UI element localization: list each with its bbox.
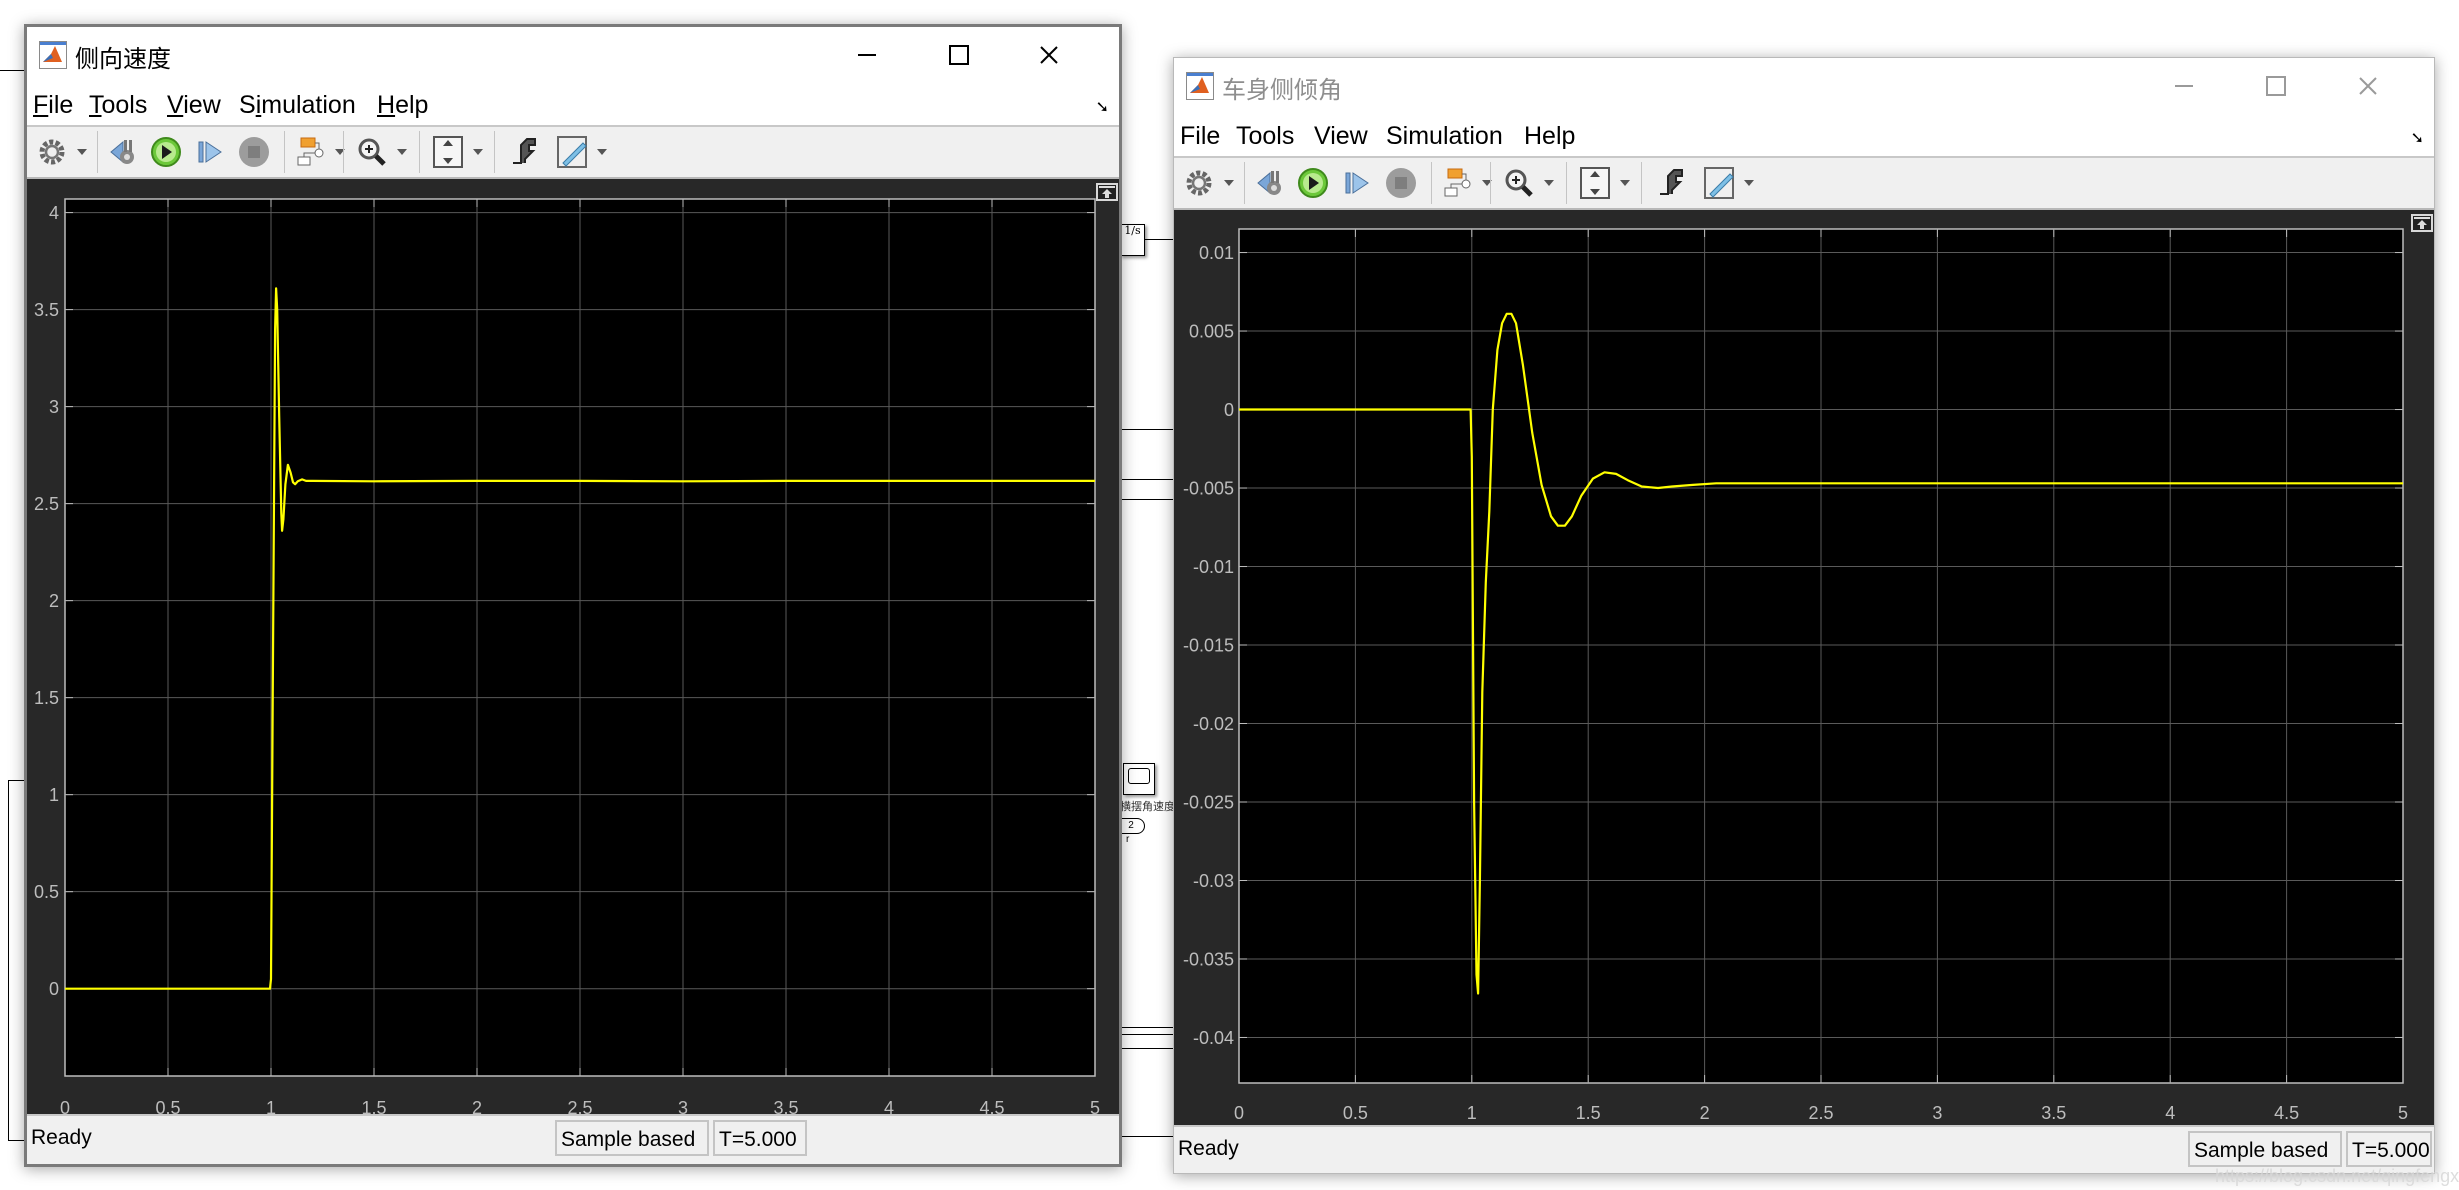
y-tick-label: -0.02 [1193, 714, 1234, 734]
signal-line [1120, 1034, 1174, 1035]
scope-window-lateral-velocity: 侧向速度 File Tools View Simulation Help ➘ 0… [24, 24, 1122, 1167]
scope-window-body-roll-angle: 车身侧倾角 File Tools View Simulation Help ➘ … [1173, 57, 2435, 1174]
x-tick-label: 4 [2165, 1103, 2175, 1123]
signal-line [1120, 499, 1174, 500]
signal-line [0, 70, 26, 71]
status-sample-mode: Sample based [555, 1120, 709, 1156]
x-tick-label: 1 [1467, 1103, 1477, 1123]
x-tick-label: 2.5 [1808, 1103, 1833, 1123]
y-tick-label: 2 [49, 591, 59, 611]
status-bar: Ready Sample based T=5.000 [27, 1114, 1119, 1164]
signal-line [8, 780, 9, 1140]
y-tick-label: 0 [1224, 400, 1234, 420]
y-tick-label: 0 [49, 979, 59, 999]
y-tick-label: -0.025 [1183, 792, 1234, 812]
x-tick-label: 1.5 [1576, 1103, 1601, 1123]
scope-block[interactable] [1123, 763, 1155, 795]
scope-block-caption: 横摆角速度 [1120, 800, 1175, 813]
y-tick-label: 2.5 [34, 494, 59, 514]
status-ready: Ready [31, 1126, 92, 1149]
y-tick-label: -0.015 [1183, 635, 1234, 655]
y-tick-label: 4 [49, 203, 59, 223]
x-tick-label: 2 [1700, 1103, 1710, 1123]
x-tick-label: 5 [2398, 1103, 2408, 1123]
outport-label: r [1126, 834, 1130, 845]
status-time: T=5.000 [713, 1120, 807, 1156]
y-tick-label: -0.005 [1183, 478, 1234, 498]
signal-line [1120, 479, 1174, 480]
y-tick-label: 0.5 [34, 882, 59, 902]
y-tick-label: 0.005 [1189, 321, 1234, 341]
x-tick-label: 4.5 [2274, 1103, 2299, 1123]
signal-line [1143, 239, 1174, 240]
y-tick-label: 0.01 [1199, 243, 1234, 263]
x-tick-label: 3 [1932, 1103, 1942, 1123]
scope-plot-lateral-velocity[interactable]: 0 0.5 1 1.5 2 2.5 3 3.5 4 4.5 500.511.522.533.54 [27, 27, 1125, 1170]
status-time: T=5.000 [2346, 1131, 2432, 1167]
y-tick-label: -0.01 [1193, 557, 1234, 577]
y-tick-label: 1.5 [34, 688, 59, 708]
outport-number: 2 [1128, 820, 1134, 831]
status-ready: Ready [1178, 1137, 1239, 1160]
signal-line [1120, 1027, 1174, 1028]
signal-line [1120, 1048, 1174, 1049]
y-tick-label: -0.03 [1193, 871, 1234, 891]
y-tick-label: 1 [49, 785, 59, 805]
x-tick-label: 0.5 [1343, 1103, 1368, 1123]
status-sample-mode: Sample based [2188, 1131, 2342, 1167]
integrator-label: 1/s [1124, 224, 1141, 237]
signal-line [1120, 429, 1174, 430]
signal-line [1120, 1136, 1174, 1137]
y-tick-label: 3 [49, 397, 59, 417]
watermark: https://blog.csdn.net/qingfengxd1 [2215, 1166, 2459, 1186]
scope-plot-body-roll-angle[interactable]: 0 0.5 1 1.5 2 2.5 3 3.5 4 4.5 5 0.01 0.005 0 -0.005 -0.… [1174, 58, 2436, 1175]
y-tick-label: -0.04 [1193, 1028, 1234, 1048]
x-tick-label: 3.5 [2041, 1103, 2066, 1123]
scope-screen-icon [1128, 768, 1150, 784]
x-tick-label: 0 [1234, 1103, 1244, 1123]
y-tick-label: -0.035 [1183, 949, 1234, 969]
y-tick-label: 3.5 [34, 300, 59, 320]
